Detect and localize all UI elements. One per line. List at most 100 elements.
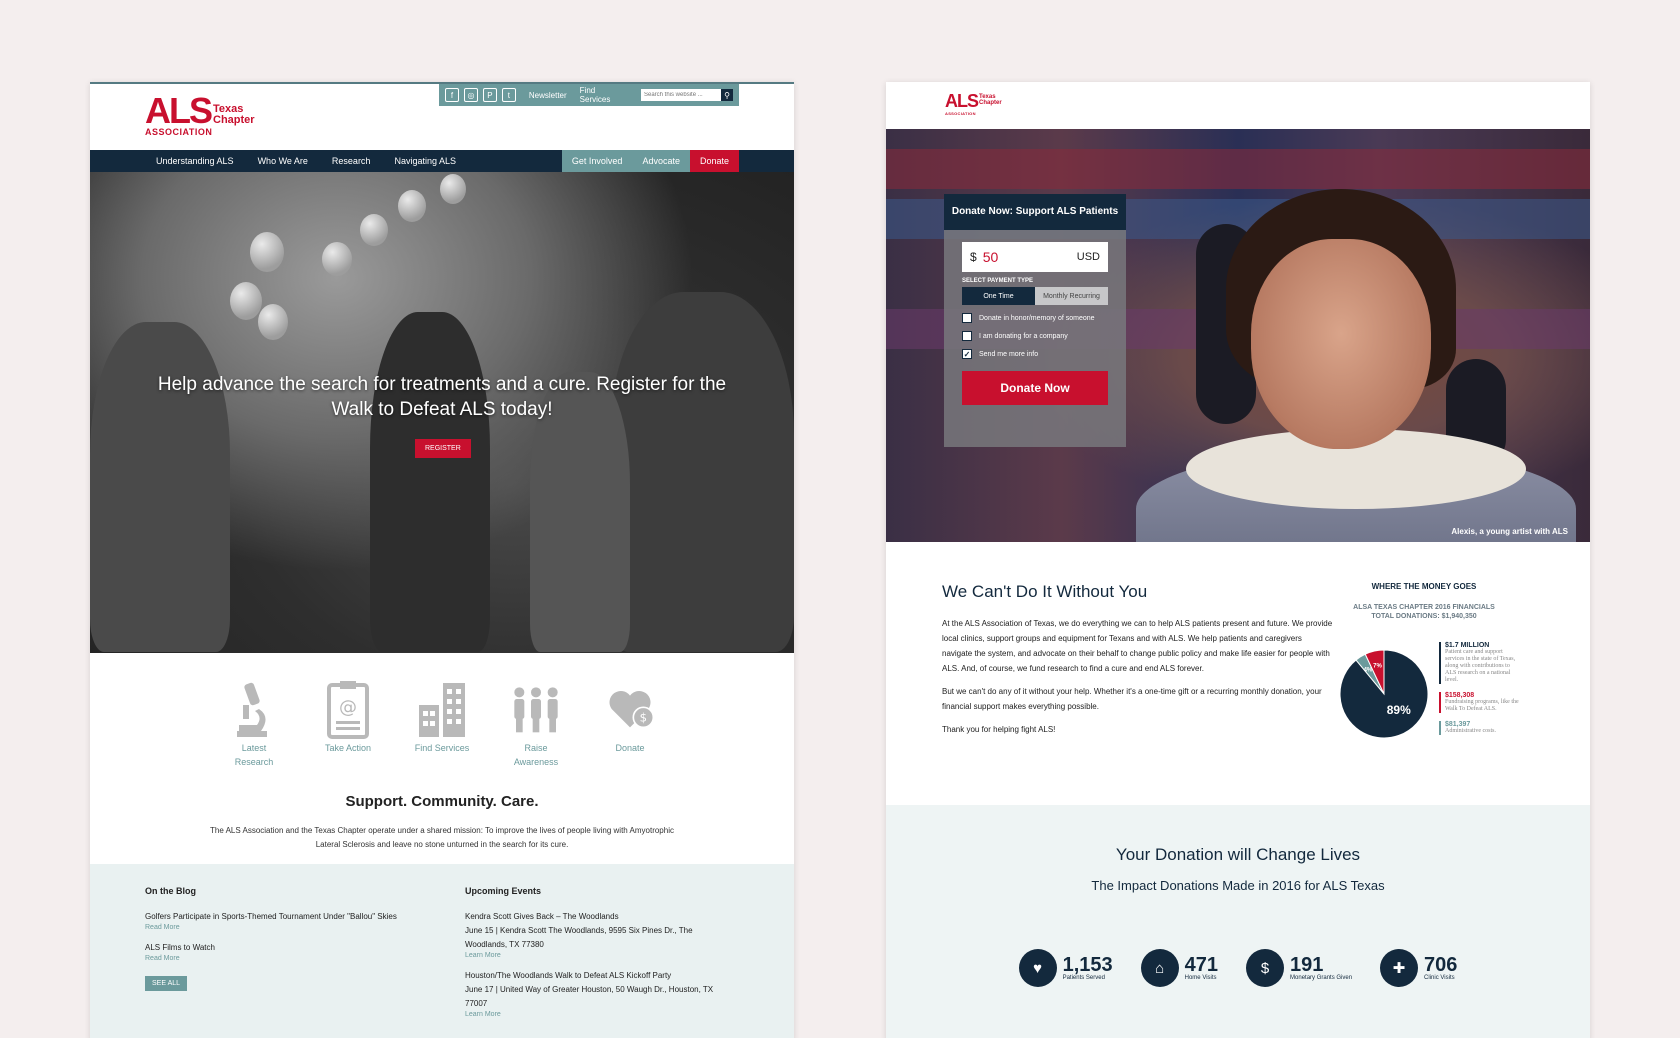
- checkbox-label: Send me more info: [979, 350, 1039, 358]
- quick-link-label: Donate: [615, 743, 645, 753]
- medical-kit-icon: ✚: [1380, 949, 1419, 987]
- nav-donate[interactable]: Donate: [689, 150, 739, 172]
- nav-get-involved[interactable]: Get Involved: [561, 150, 633, 172]
- payment-type-label: SELECT PAYMENT TYPE: [962, 278, 1034, 284]
- event-title[interactable]: Houston/The Woodlands Walk to Defeat ALS…: [465, 969, 735, 983]
- company-checkbox-row[interactable]: I am donating for a company: [962, 331, 1108, 341]
- pie-slice: [1339, 649, 1429, 739]
- blog-post-title[interactable]: ALS Films to Watch: [145, 941, 405, 955]
- stat-patients: ♥ 1,153 Patients Served: [1018, 949, 1113, 987]
- paragraph: But we can't do any of it without your h…: [942, 687, 1322, 711]
- search-icon[interactable]: ⚲: [721, 89, 733, 101]
- legend-desc: Administrative costs.: [1445, 728, 1496, 734]
- donation-hero: Alexis, a young artist with ALS Donate N…: [886, 129, 1590, 542]
- donate-form: Donate Now: Support ALS Patients $ 50 US…: [944, 194, 1126, 447]
- quick-link-find-services[interactable]: Find Services: [412, 679, 472, 771]
- legend-desc: Patient care and support services in the…: [1445, 649, 1516, 683]
- impact-stats: ♥ 1,153 Patients Served ⌂ 471 Home Visits …: [886, 949, 1590, 987]
- heart-hand-icon: ♥: [1018, 949, 1057, 987]
- nav-understanding-als[interactable]: Understanding ALS: [156, 156, 234, 166]
- see-all-button[interactable]: SEE ALL: [145, 976, 188, 991]
- nav-navigating-als[interactable]: Navigating ALS: [394, 156, 456, 166]
- blog-post-title[interactable]: Golfers Participate in Sports-Themed Tou…: [145, 910, 405, 924]
- checkbox-checked[interactable]: ✓: [962, 349, 972, 359]
- stat-label: Monetary Grants Given: [1290, 975, 1353, 981]
- donate-now-button[interactable]: Donate Now: [962, 371, 1108, 405]
- amount-field[interactable]: $ 50 USD: [962, 242, 1108, 272]
- find-services-link[interactable]: Find Services: [580, 86, 628, 104]
- newsletter-link[interactable]: Newsletter: [529, 91, 567, 100]
- stat-value: 191: [1290, 954, 1324, 976]
- als-logo[interactable]: ALSTexas Chapter ASSOCIATION: [945, 91, 1002, 116]
- building-icon: [419, 683, 465, 737]
- events-column: Upcoming Events Kendra Scott Gives Back …: [465, 886, 735, 1032]
- stat-label: Home Visits: [1184, 975, 1217, 981]
- nav-research[interactable]: Research: [332, 156, 371, 166]
- hero-headline: Help advance the search for treatments a…: [157, 374, 727, 420]
- microscope-icon: [237, 682, 267, 737]
- stat-value: 471: [1184, 954, 1219, 976]
- als-texas-homepage: ALS Texas Chapter ASSOCIATION f ◎ P t Ne…: [90, 82, 794, 1038]
- balloon: [360, 214, 388, 246]
- legend-desc: Fundraising programs, like the Walk To D…: [1445, 699, 1519, 712]
- hero-banner: Help advance the search for treatments a…: [90, 172, 794, 653]
- events-title: Upcoming Events: [465, 886, 542, 896]
- blog-title: On the Blog: [145, 886, 196, 896]
- read-more-link[interactable]: Read More: [145, 955, 405, 962]
- learn-more-link[interactable]: Learn More: [465, 952, 735, 959]
- register-button[interactable]: REGISTER: [415, 439, 471, 458]
- logo-chapter: Texas Chapter: [979, 94, 1002, 106]
- pinterest-icon[interactable]: P: [482, 88, 497, 102]
- facebook-icon[interactable]: f: [445, 88, 459, 102]
- payment-type-toggle: One Time Monthly Recurring: [962, 287, 1108, 305]
- quick-link-label: Raise Awareness: [513, 743, 559, 767]
- learn-more-link[interactable]: Learn More: [465, 1011, 735, 1018]
- checkbox-label: Donate in honor/memory of someone: [979, 314, 1095, 322]
- stat-value: 1,153: [1062, 954, 1113, 976]
- nav-advocate[interactable]: Advocate: [632, 150, 690, 172]
- dollar-hand-icon: $: [1246, 949, 1285, 987]
- honor-checkbox-row[interactable]: Donate in honor/memory of someone: [962, 313, 1108, 323]
- stat-grants: $ 191 Monetary Grants Given: [1246, 949, 1352, 987]
- mission-section: Support. Community. Care. The ALS Associ…: [90, 793, 794, 852]
- monthly-option[interactable]: Monthly Recurring: [1035, 287, 1108, 305]
- one-time-option[interactable]: One Time: [962, 287, 1035, 305]
- event-title[interactable]: Kendra Scott Gives Back – The Woodlands: [465, 910, 735, 924]
- amount-input[interactable]: 50: [983, 249, 1077, 265]
- heart-dollar-icon: $: [609, 691, 655, 729]
- currency-symbol: $: [970, 250, 977, 264]
- quick-link-research[interactable]: Latest Research: [224, 679, 284, 771]
- quick-link-donate[interactable]: $ Donate: [600, 679, 660, 771]
- info-checkbox-row[interactable]: ✓ Send me more info: [962, 349, 1108, 359]
- nav-who-we-are[interactable]: Who We Are: [258, 156, 308, 166]
- donate-form-title: Donate Now: Support ALS Patients: [944, 194, 1126, 230]
- read-more-link[interactable]: Read More: [145, 924, 405, 931]
- legend-amount: $81,397: [1445, 721, 1471, 728]
- event-details: June 15 | Kendra Scott The Woodlands, 95…: [465, 926, 693, 949]
- twitter-icon[interactable]: t: [501, 88, 516, 102]
- crowd-figure: [610, 292, 794, 652]
- main-nav: Understanding ALS Who We Are Research Na…: [90, 150, 794, 172]
- balloon: [398, 190, 426, 222]
- svg-text:$: $: [640, 711, 647, 725]
- legend-item: $1.7 MILLION Patient care and support se…: [1439, 642, 1519, 684]
- instagram-icon[interactable]: ◎: [463, 88, 478, 102]
- walker-figure: [370, 312, 490, 652]
- house-heart-icon: ⌂: [1140, 949, 1179, 987]
- legend-amount: $158,308: [1445, 692, 1475, 699]
- impact-title: Your Donation will Change Lives: [1115, 845, 1361, 864]
- pie-label: 7%: [1373, 664, 1382, 670]
- mural-stripe: [886, 149, 1590, 189]
- people-icon: [514, 687, 558, 733]
- als-donation-page: ALSTexas Chapter ASSOCIATION Alexis, a y…: [886, 82, 1590, 1038]
- checkbox[interactable]: [962, 331, 972, 341]
- utility-bar: f ◎ P t Newsletter Find Services ⚲: [439, 84, 739, 106]
- checkbox[interactable]: [962, 313, 972, 323]
- logo-main: ALS: [945, 91, 979, 111]
- quick-link-take-action[interactable]: @ Take Action: [318, 679, 378, 771]
- als-logo[interactable]: ALS Texas Chapter ASSOCIATION: [145, 93, 255, 138]
- where-money-goes: WHERE THE MONEY GOES ALSA TEXAS CHAPTER …: [1334, 582, 1519, 739]
- balloon: [230, 282, 262, 320]
- quick-link-raise-awareness[interactable]: Raise Awareness: [506, 679, 566, 771]
- search-input[interactable]: [641, 89, 721, 101]
